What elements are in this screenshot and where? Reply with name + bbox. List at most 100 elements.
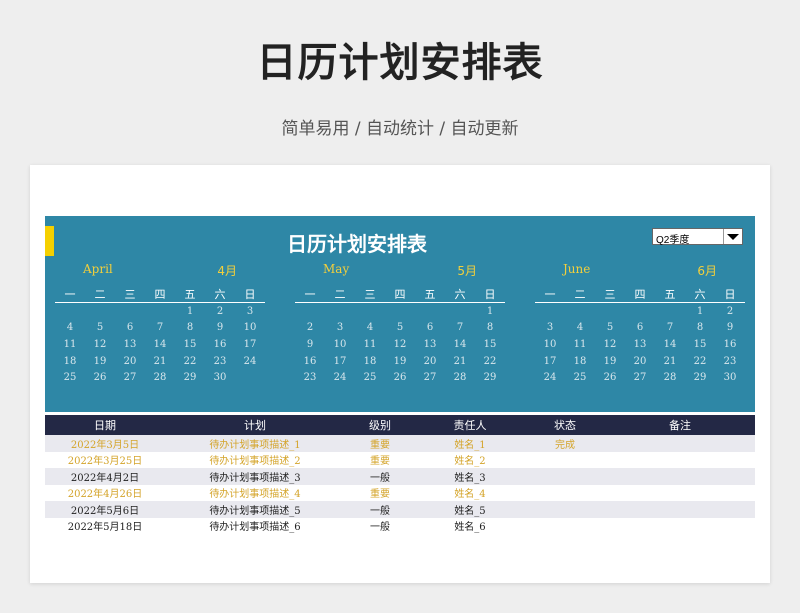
calendar-day: 9 — [726, 322, 734, 334]
table-cell[interactable]: 待办计划事项描述_2 — [165, 451, 345, 468]
calendar-day: 12 — [93, 338, 107, 350]
table-cell[interactable]: 待办计划事项描述_1 — [165, 435, 345, 452]
calendar-day: 18 — [573, 355, 587, 367]
calendar-day — [115, 303, 145, 320]
calendar-day — [235, 369, 265, 386]
calendar-day — [55, 303, 85, 320]
calendar-day: 4 — [66, 322, 74, 334]
table-cell[interactable]: 一般 — [345, 501, 415, 518]
table-cell[interactable]: 2022年5月18日 — [45, 517, 165, 534]
table-cell[interactable]: 重要 — [345, 451, 415, 468]
table-cell[interactable]: 一般 — [345, 468, 415, 485]
table-cell[interactable]: 待办计划事项描述_6 — [165, 517, 345, 534]
table-cell[interactable]: 重要 — [345, 484, 415, 501]
table-row[interactable]: 2022年3月25日 待办计划事项描述_2 重要 姓名_2 — [45, 451, 755, 468]
weekday-header: 四 — [625, 286, 655, 303]
table-cell[interactable]: 姓名_3 — [415, 468, 525, 485]
dropdown-button[interactable] — [723, 229, 742, 244]
calendar-day: 8 — [696, 322, 704, 334]
table-row[interactable]: 2022年4月2日 待办计划事项描述_3 一般 姓名_3 — [45, 468, 755, 485]
table-cell[interactable] — [525, 468, 605, 485]
table-cell[interactable]: 姓名_4 — [415, 484, 525, 501]
table-cell[interactable]: 待办计划事项描述_5 — [165, 501, 345, 518]
calendar-day — [565, 303, 595, 320]
weekday-header: 六 — [205, 286, 235, 303]
table-cell[interactable]: 姓名_6 — [415, 517, 525, 534]
table-cell[interactable] — [605, 517, 755, 534]
calendar-day: 29 — [693, 372, 707, 384]
calendar-day: 2 — [306, 322, 314, 334]
table-cell[interactable] — [605, 501, 755, 518]
table-cell[interactable]: 姓名_2 — [415, 451, 525, 468]
table-cell[interactable]: 姓名_5 — [415, 501, 525, 518]
calendar-day: 13 — [123, 338, 137, 350]
month-grid: 一二三四五六日 1 2 3 4 5 6 7 8 9 10 11 12 13 14 15 16 17 18 19 20 21… — [55, 286, 265, 386]
calendar-day: 29 — [483, 372, 497, 384]
table-cell[interactable] — [525, 501, 605, 518]
calendar-day: 19 — [393, 355, 407, 367]
column-header: 状态 — [525, 415, 605, 435]
calendar-day: 21 — [453, 355, 467, 367]
calendar-week: 3 4 5 6 7 8 9 — [535, 320, 745, 337]
calendar-day — [655, 303, 685, 320]
table-cell[interactable]: 姓名_1 — [415, 435, 525, 452]
calendar-day: 22 — [693, 355, 707, 367]
table-cell[interactable]: 一般 — [345, 517, 415, 534]
table-cell[interactable] — [605, 451, 755, 468]
calendar-day: 3 — [246, 305, 254, 317]
calendar-day: 22 — [483, 355, 497, 367]
calendar-day: 24 — [333, 372, 347, 384]
table-cell[interactable] — [605, 484, 755, 501]
table-cell[interactable]: 重要 — [345, 435, 415, 452]
table-cell[interactable]: 待办计划事项描述_4 — [165, 484, 345, 501]
weekday-header: 二 — [565, 286, 595, 303]
month-grid: 一二三四五六日 1 2 3 4 5 6 7 8 9 10 11 12 13 14 15 16 17 18 19 20 21… — [295, 286, 505, 386]
calendar-day: 13 — [633, 338, 647, 350]
column-header: 备注 — [605, 415, 755, 435]
table-cell[interactable] — [605, 468, 755, 485]
table-cell[interactable]: 待办计划事项描述_3 — [165, 468, 345, 485]
table-cell[interactable]: 2022年3月5日 — [45, 435, 165, 452]
calendar-week: 16 17 18 19 20 21 22 — [295, 353, 505, 370]
table-cell[interactable]: 2022年4月2日 — [45, 468, 165, 485]
table-cell[interactable]: 完成 — [525, 435, 605, 452]
table-cell[interactable]: 2022年3月25日 — [45, 451, 165, 468]
month-calendar-june: June 6月 一二三四五六日 1 2 3 4 5 6 7 8 9 10 11 12 13 14 15 16 17… — [535, 260, 745, 386]
table-row[interactable]: 2022年5月18日 待办计划事项描述_6 一般 姓名_6 — [45, 517, 755, 534]
calendar-day: 14 — [153, 338, 167, 350]
table-row[interactable]: 2022年4月26日 待办计划事项描述_4 重要 姓名_4 — [45, 484, 755, 501]
calendar-day: 24 — [243, 355, 257, 367]
calendar-week: 23 24 25 26 27 28 29 — [295, 369, 505, 386]
calendar-day: 1 — [486, 305, 494, 317]
calendar-week: 10 11 12 13 14 15 16 — [535, 336, 745, 353]
table-cell[interactable] — [525, 517, 605, 534]
table-cell[interactable] — [605, 435, 755, 452]
calendar-day: 6 — [426, 322, 434, 334]
column-header: 责任人 — [415, 415, 525, 435]
calendar-day: 1 — [186, 305, 194, 317]
weekday-header: 日 — [235, 286, 265, 303]
table-cell[interactable] — [525, 484, 605, 501]
weekday-header: 二 — [325, 286, 355, 303]
calendar-day: 14 — [453, 338, 467, 350]
table-cell[interactable]: 2022年5月6日 — [45, 501, 165, 518]
calendar-week: 4 5 6 7 8 9 10 — [55, 320, 265, 337]
table-cell[interactable]: 2022年4月26日 — [45, 484, 165, 501]
calendar-day — [625, 303, 655, 320]
calendar-day — [325, 303, 355, 320]
weekday-header: 五 — [175, 286, 205, 303]
table-row[interactable]: 2022年3月5日 待办计划事项描述_1 重要 姓名_1 完成 — [45, 435, 755, 452]
calendar-week: 17 18 19 20 21 22 23 — [535, 353, 745, 370]
calendar-day: 7 — [666, 322, 674, 334]
weekday-header: 四 — [385, 286, 415, 303]
weekday-header: 三 — [595, 286, 625, 303]
month-name-cn: 4月 — [217, 264, 237, 278]
calendar-day: 18 — [363, 355, 377, 367]
quarter-select[interactable]: Q2季度 — [652, 228, 743, 246]
calendar-banner: 日历计划安排表 Q2季度 April 4月 一二三四五六日 1 2 3 4 5 6 7 8 9 10… — [45, 216, 755, 412]
table-row[interactable]: 2022年5月6日 待办计划事项描述_5 一般 姓名_5 — [45, 501, 755, 518]
table-cell[interactable] — [525, 451, 605, 468]
calendar-day: 12 — [393, 338, 407, 350]
column-header: 级别 — [345, 415, 415, 435]
calendar-week: 1 — [295, 303, 505, 320]
